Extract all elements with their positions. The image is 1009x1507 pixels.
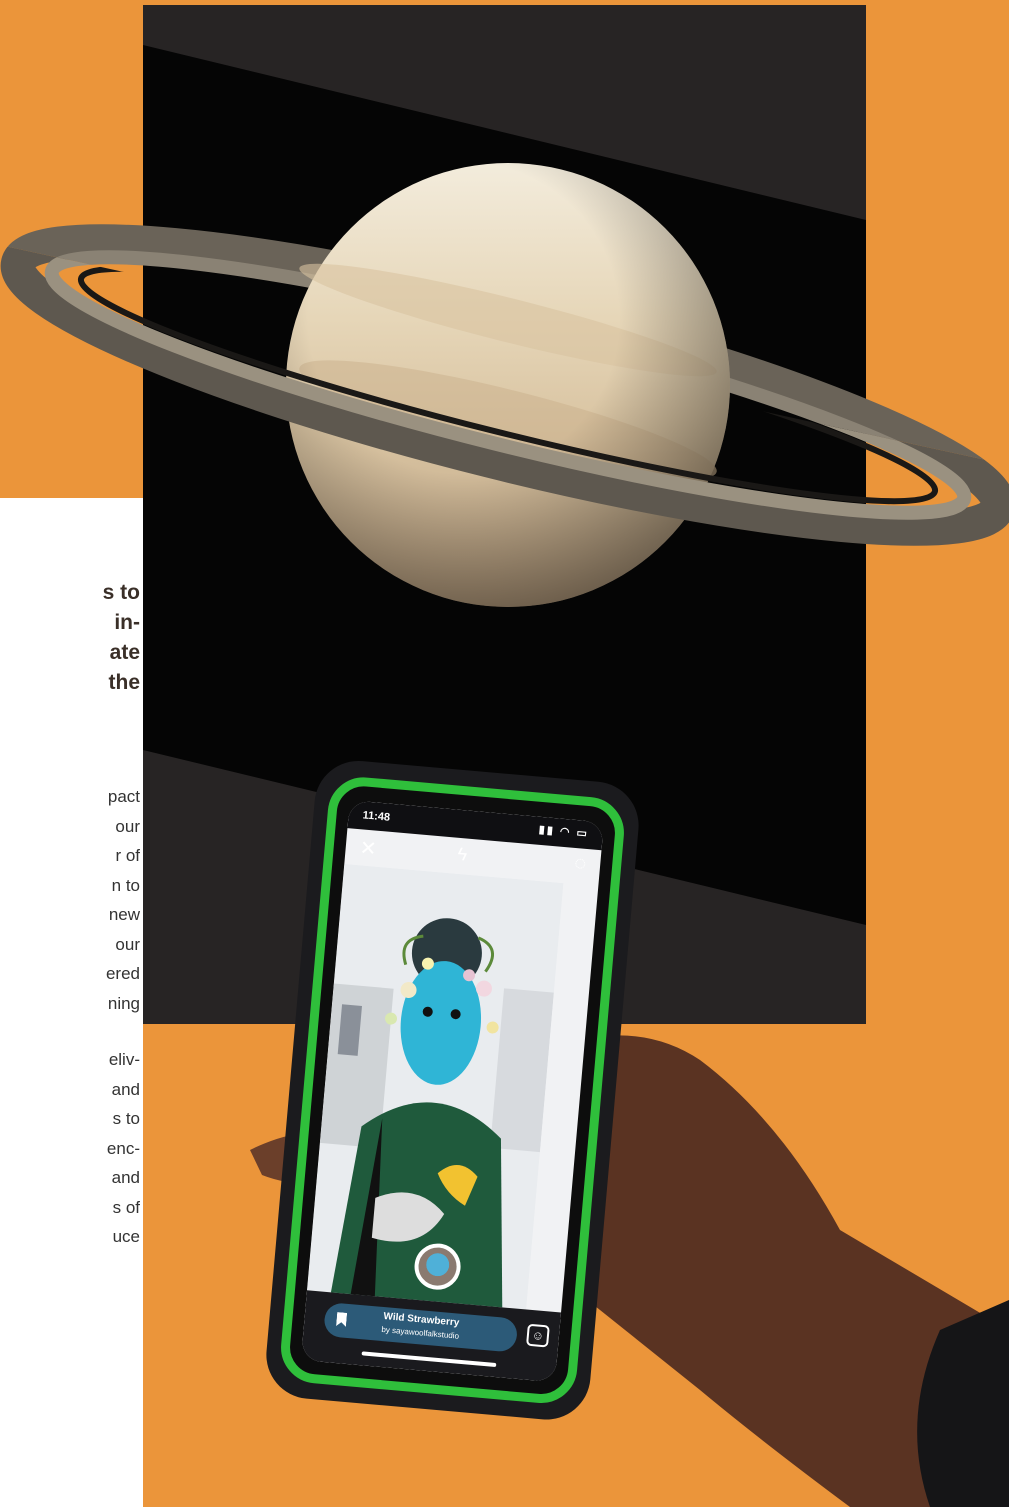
home-indicator xyxy=(361,1351,497,1368)
status-time: 11:48 xyxy=(362,809,391,824)
effect-info-pill[interactable]: Wild Strawberry by sayawoolfalkstudio xyxy=(323,1302,519,1353)
share-icon[interactable]: ☺ xyxy=(526,1323,550,1348)
flip-camera-icon[interactable]: ◌ xyxy=(573,852,587,876)
camera-preview xyxy=(306,863,598,1313)
status-icons: ▮▮ ◠ ▭ xyxy=(538,823,590,841)
close-icon[interactable]: ✕ xyxy=(359,835,378,861)
phone-screen: 11:48 ▮▮ ◠ ▭ ✕ ϟ ◌ Wild Strawberry by sa… xyxy=(300,800,604,1383)
flash-off-icon[interactable]: ϟ xyxy=(457,844,468,866)
smartphone: 11:48 ▮▮ ◠ ▭ ✕ ϟ ◌ Wild Strawberry by sa… xyxy=(262,757,643,1424)
